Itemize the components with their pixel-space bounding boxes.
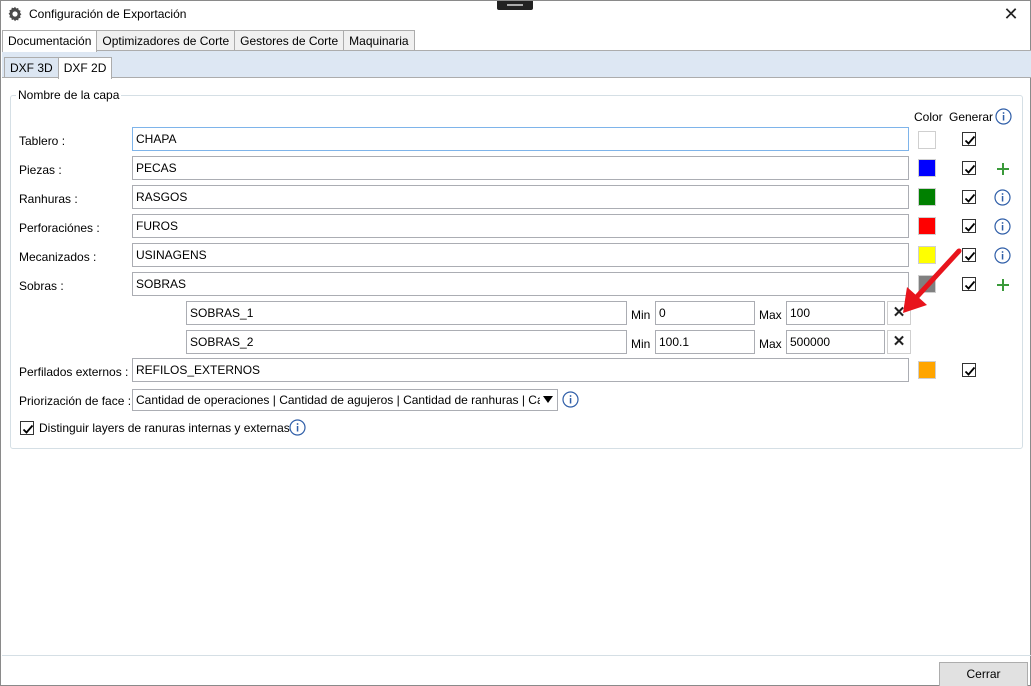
ranhuras-color-swatch[interactable]	[918, 188, 936, 206]
sub-tabs: DXF 3D DXF 2D	[4, 57, 113, 79]
priorizacion-label: Priorización de face :	[19, 394, 132, 408]
perfilados-generar-checkbox[interactable]	[962, 363, 976, 377]
color-header: Color	[914, 110, 943, 124]
ranhuras-input[interactable]: RASGOS	[132, 185, 909, 209]
perforaciones-generar-checkbox[interactable]	[962, 219, 976, 233]
subtabs-strip	[2, 51, 1031, 78]
tablero-generar-checkbox[interactable]	[962, 132, 976, 146]
sobras-1-min-label: Min	[631, 308, 651, 322]
distinguir-label: Distinguir layers de ranuras internas y …	[39, 421, 290, 435]
priorizacion-value: Cantidad de operaciones | Cantidad de ag…	[136, 393, 540, 407]
distinguir-info-icon[interactable]	[289, 419, 306, 436]
perforaciones-info-icon[interactable]	[994, 218, 1011, 235]
perfilados-input[interactable]: REFILOS_EXTERNOS	[132, 358, 909, 382]
tablero-label: Tablero :	[19, 134, 66, 148]
sobras-2-min-label: Min	[631, 337, 651, 351]
mecanizados-generar-checkbox[interactable]	[962, 248, 976, 262]
perforaciones-input[interactable]: FUROS	[132, 214, 909, 238]
mecanizados-info-icon[interactable]	[994, 247, 1011, 264]
sobras-2-max-input[interactable]: 500000	[786, 330, 885, 354]
tab-dxf-2d[interactable]: DXF 2D	[57, 57, 113, 79]
perforaciones-color-swatch[interactable]	[918, 217, 936, 235]
sobras-input[interactable]: SOBRAS	[132, 272, 909, 296]
window-close-button[interactable]: ✕	[1000, 3, 1022, 25]
piezas-color-swatch[interactable]	[918, 159, 936, 177]
window-title: Configuración de Exportación	[29, 7, 187, 21]
footer-divider	[2, 655, 1031, 656]
sobras-1-name-input[interactable]: SOBRAS_1	[186, 301, 627, 325]
ranhuras-generar-checkbox[interactable]	[962, 190, 976, 204]
piezas-generar-checkbox[interactable]	[962, 161, 976, 175]
tab-dxf-3d[interactable]: DXF 3D	[4, 57, 59, 78]
chevron-down-icon	[543, 396, 553, 403]
export-config-window: Configuración de Exportación ✕ Documenta…	[0, 0, 1031, 686]
sobras-1-min-input[interactable]: 0	[655, 301, 755, 325]
priorizacion-select[interactable]: Cantidad de operaciones | Cantidad de ag…	[132, 389, 558, 411]
tablero-color-swatch[interactable]	[918, 131, 936, 149]
sobras-add-icon[interactable]	[995, 277, 1011, 293]
info-icon[interactable]	[995, 108, 1012, 125]
drag-handle[interactable]	[497, 1, 533, 10]
annotation-arrow-icon	[903, 248, 962, 313]
title-bar: Configuración de Exportación ✕	[1, 1, 1030, 28]
close-button[interactable]: Cerrar	[939, 662, 1028, 686]
priorizacion-info-icon[interactable]	[562, 391, 579, 408]
perfilados-color-swatch[interactable]	[918, 361, 936, 379]
perforaciones-label: Perforaciónes :	[19, 221, 100, 235]
tablero-input[interactable]: CHAPA	[132, 127, 909, 151]
piezas-input[interactable]: PECAS	[132, 156, 909, 180]
sobras-2-name-input[interactable]: SOBRAS_2	[186, 330, 627, 354]
piezas-add-icon[interactable]	[995, 161, 1011, 177]
ranhuras-info-icon[interactable]	[994, 189, 1011, 206]
generar-header: Generar	[949, 110, 994, 124]
main-tabs: Documentación Optimizadores de Corte Ges…	[2, 30, 415, 52]
gear-icon	[8, 6, 22, 22]
ranhuras-label: Ranhuras :	[19, 192, 78, 206]
distinguir-checkbox[interactable]	[20, 421, 34, 435]
sobras-generar-checkbox[interactable]	[962, 277, 976, 291]
sobras-2-remove-button[interactable]: ✕	[887, 330, 911, 354]
perfilados-label: Perfilados externos :	[19, 365, 129, 379]
sobras-2-min-input[interactable]: 100.1	[655, 330, 755, 354]
sobras-1-max-input[interactable]: 100	[786, 301, 885, 325]
tab-documentacion[interactable]: Documentación	[2, 30, 98, 52]
mecanizados-label: Mecanizados :	[19, 250, 97, 264]
tab-maquinaria[interactable]: Maquinaria	[343, 30, 415, 51]
subtabs-divider	[2, 77, 1031, 78]
mecanizados-input[interactable]: USINAGENS	[132, 243, 909, 267]
sobras-label: Sobras :	[19, 279, 64, 293]
tab-gestores[interactable]: Gestores de Corte	[234, 30, 345, 51]
sobras-1-max-label: Max	[759, 308, 782, 322]
sobras-2-max-label: Max	[759, 337, 782, 351]
group-title: Nombre de la capa	[16, 88, 122, 102]
piezas-label: Piezas :	[19, 163, 62, 177]
tab-optimizadores[interactable]: Optimizadores de Corte	[96, 30, 236, 51]
